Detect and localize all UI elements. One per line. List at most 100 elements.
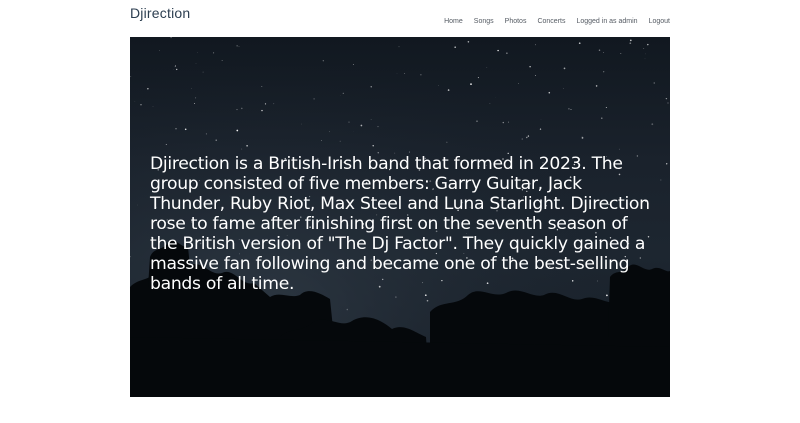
star	[184, 128, 187, 131]
star	[651, 123, 654, 126]
star	[346, 308, 349, 311]
star	[629, 42, 632, 45]
nav-link-photos[interactable]: Photos	[505, 18, 527, 25]
nav-item-logout: Logout	[649, 10, 670, 28]
star	[261, 109, 263, 112]
star	[238, 46, 240, 48]
star	[660, 179, 662, 181]
star	[486, 67, 488, 68]
star	[377, 126, 379, 128]
star	[191, 88, 192, 89]
nav-link-logged-in-user[interactable]: Logged in as admin	[576, 18, 637, 25]
star	[618, 148, 620, 150]
star	[477, 77, 479, 79]
nav-item-photos: Photos	[505, 10, 527, 28]
star	[603, 52, 604, 53]
nav-item-user: Logged in as admin	[576, 10, 637, 28]
star	[620, 53, 622, 54]
star	[563, 88, 564, 89]
page-bottom-space	[0, 397, 800, 423]
star	[205, 133, 207, 135]
star	[140, 104, 142, 106]
star	[598, 49, 601, 52]
star	[264, 103, 267, 105]
star	[467, 41, 470, 43]
star	[246, 144, 248, 147]
star	[342, 92, 344, 94]
star	[175, 68, 178, 71]
band-description: Djirection is a British-Irish band that …	[150, 154, 650, 294]
star	[527, 135, 530, 137]
star	[446, 141, 448, 143]
star	[236, 45, 238, 47]
star	[506, 52, 508, 54]
star	[395, 296, 397, 298]
star	[221, 60, 223, 61]
star	[173, 69, 174, 70]
star	[147, 88, 149, 90]
star	[438, 85, 439, 86]
star	[521, 138, 524, 140]
star	[497, 49, 499, 52]
nav-link-concerts[interactable]: Concerts	[537, 18, 565, 25]
star	[665, 97, 668, 100]
nav-menu: Home Songs Photos Concerts Logged in as …	[444, 10, 670, 28]
brand-logo[interactable]: Djirection	[130, 5, 190, 21]
star	[241, 148, 243, 150]
star	[529, 66, 531, 68]
star	[322, 60, 324, 62]
star	[404, 73, 406, 74]
star	[370, 86, 372, 88]
star	[647, 43, 649, 46]
star	[563, 67, 566, 70]
star	[643, 48, 645, 49]
nav-link-songs[interactable]: Songs	[474, 18, 494, 25]
star	[329, 131, 331, 133]
star	[261, 86, 263, 88]
star	[175, 65, 176, 67]
star	[370, 119, 372, 120]
star	[605, 107, 607, 108]
star	[470, 83, 472, 85]
star	[320, 140, 322, 141]
star	[165, 143, 167, 146]
star	[595, 85, 598, 87]
star	[236, 109, 238, 111]
star	[653, 82, 655, 84]
star	[629, 39, 632, 42]
hero-banner: Djirection is a British-Irish band that …	[130, 37, 670, 397]
nav-item-home: Home	[444, 10, 463, 28]
star	[489, 103, 491, 104]
star	[241, 107, 243, 110]
star	[568, 107, 570, 110]
star	[606, 294, 608, 297]
star	[526, 136, 528, 139]
star	[159, 50, 160, 51]
nav-item-concerts: Concerts	[537, 10, 565, 28]
page: Djirection Home Songs Photos Concerts Lo…	[0, 0, 800, 423]
star	[667, 102, 669, 104]
star	[570, 109, 572, 111]
star	[195, 97, 197, 99]
star	[372, 145, 374, 147]
star	[236, 129, 239, 132]
star	[535, 74, 537, 76]
star	[507, 121, 510, 123]
star	[152, 106, 154, 107]
star	[535, 44, 536, 46]
star	[194, 103, 196, 104]
nav-link-home[interactable]: Home	[444, 18, 463, 25]
nav-item-songs: Songs	[474, 10, 494, 28]
star	[603, 71, 605, 73]
star	[502, 121, 504, 124]
star	[339, 140, 341, 142]
star	[360, 124, 363, 127]
star	[398, 46, 400, 48]
star	[601, 117, 603, 119]
nav-link-logout[interactable]: Logout	[649, 18, 670, 25]
star	[175, 128, 177, 130]
star	[352, 64, 354, 65]
star	[447, 89, 450, 91]
star	[666, 163, 668, 165]
star	[578, 42, 581, 45]
